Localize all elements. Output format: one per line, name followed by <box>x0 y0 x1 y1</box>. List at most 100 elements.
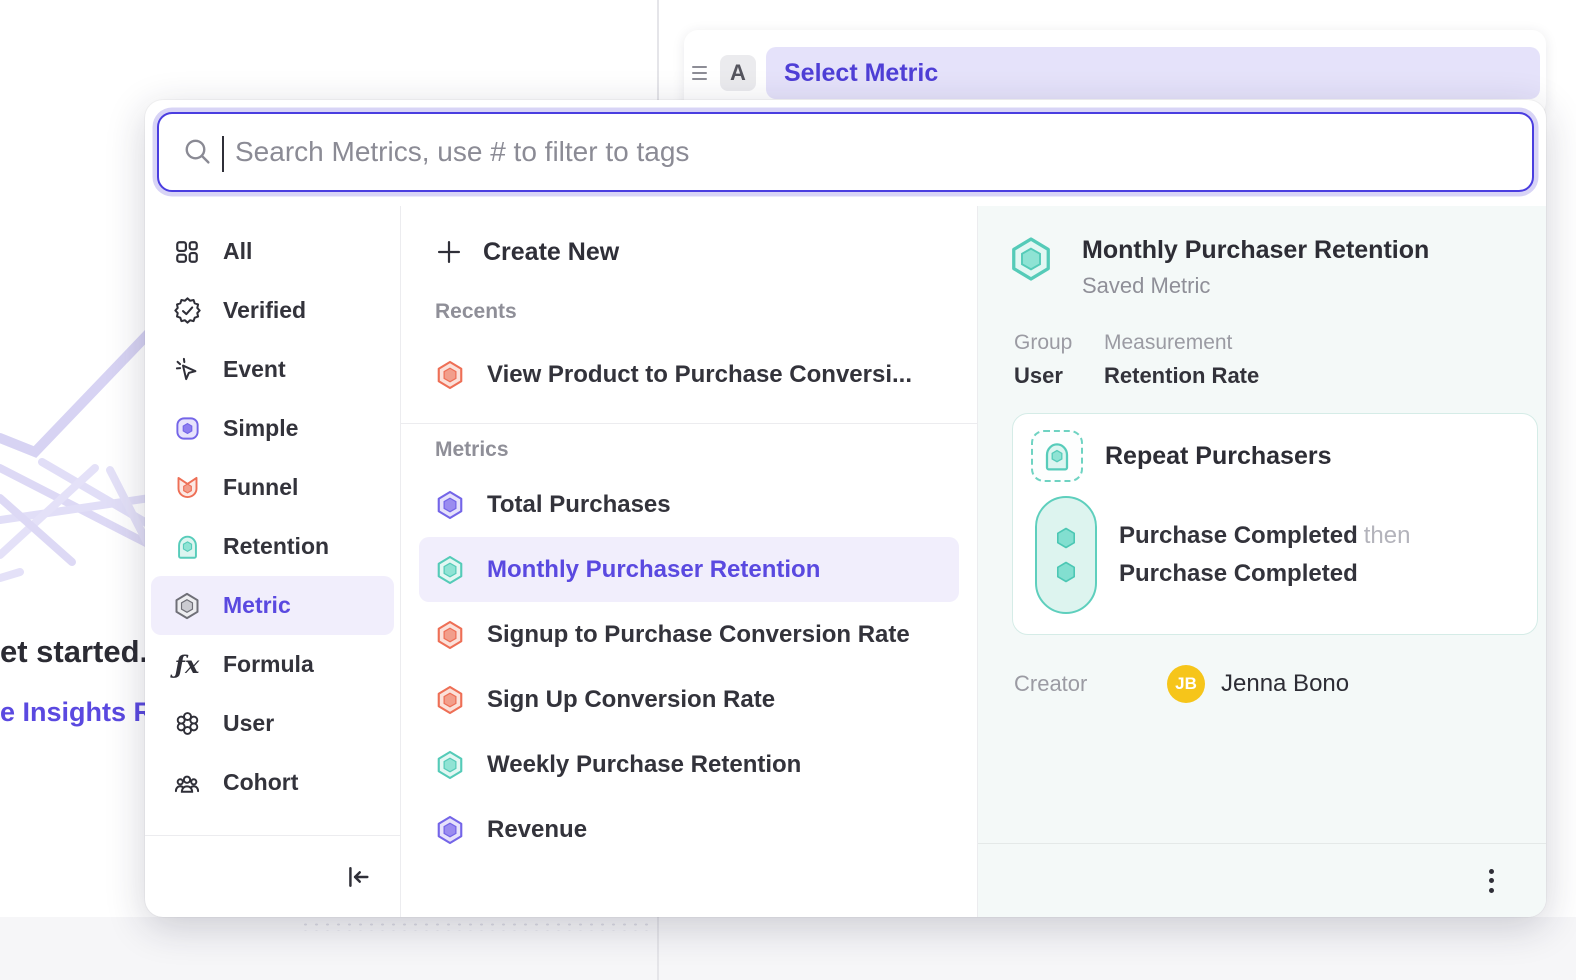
sidebar-item-label: Formula <box>223 651 314 678</box>
background-decoration-lines <box>0 320 160 600</box>
measurement-label: Measurement <box>1104 331 1259 355</box>
chart-dotted-line <box>300 921 650 931</box>
metric-definition-card: Repeat Purchasers Purchase Completedthen… <box>1012 413 1538 635</box>
avatar: JB <box>1167 665 1205 703</box>
event-sequence-capsule <box>1035 496 1097 614</box>
cohort-people-icon <box>173 769 201 797</box>
metric-hexagon-icon <box>435 815 465 845</box>
collapse-sidebar-button[interactable] <box>344 863 372 891</box>
recents-section-label: Recents <box>401 300 977 324</box>
search-section <box>145 100 1546 206</box>
definition-step-1: Purchase Completedthen <box>1119 522 1410 550</box>
detail-subtitle: Saved Metric <box>1082 273 1429 299</box>
creator-row: Creator JB Jenna Bono <box>1002 665 1522 703</box>
sidebar-item-label: All <box>223 238 252 265</box>
sidebar-item-label: Funnel <box>223 474 298 501</box>
category-sidebar: All Verified Event <box>145 206 400 917</box>
sidebar-item-label: Retention <box>223 533 329 560</box>
event-cursor-icon <box>173 356 201 384</box>
metric-item-monthly-purchaser-retention[interactable]: Monthly Purchaser Retention <box>419 537 959 602</box>
drag-handle-icon[interactable] <box>692 60 712 86</box>
list-item-label: View Product to Purchase Conversi... <box>487 361 912 389</box>
grid-icon <box>173 238 201 266</box>
sidebar-item-funnel[interactable]: Funnel <box>151 458 394 517</box>
metric-item-signup-to-purchase-conversion-rate[interactable]: Signup to Purchase Conversion Rate <box>419 602 959 667</box>
page-bottom-strip <box>0 917 1576 980</box>
sidebar-item-user[interactable]: User <box>151 694 394 753</box>
metric-hexagon-icon <box>435 555 465 585</box>
sidebar-item-label: Verified <box>223 297 306 324</box>
sidebar-item-label: Metric <box>223 592 291 619</box>
metric-hexagon-icon <box>435 490 465 520</box>
metric-list-column: Create New Recents View Product to Purch… <box>400 206 978 917</box>
detail-title: Monthly Purchaser Retention <box>1082 236 1429 265</box>
detail-info-grid: Group User Measurement Retention Rate <box>1002 331 1522 389</box>
sidebar-item-label: Cohort <box>223 769 298 796</box>
funnel-icon <box>173 474 201 502</box>
list-item-label: Revenue <box>487 816 587 844</box>
metric-item-weekly-purchase-retention[interactable]: Weekly Purchase Retention <box>419 732 959 797</box>
sidebar-footer <box>145 835 400 917</box>
search-box[interactable] <box>157 112 1534 192</box>
metric-hexagon-icon <box>435 620 465 650</box>
metric-hexagon-icon <box>1008 236 1054 282</box>
verified-badge-icon <box>173 297 201 325</box>
group-value: User <box>1014 363 1080 389</box>
metrics-section-label: Metrics <box>401 438 977 462</box>
sidebar-item-label: Simple <box>223 415 298 442</box>
event-hexagon-icon <box>1054 526 1078 550</box>
metric-hexagon-icon <box>173 592 201 620</box>
list-item-label: Signup to Purchase Conversion Rate <box>487 621 910 649</box>
creator-label: Creator <box>1014 671 1167 697</box>
create-new-label: Create New <box>483 238 619 267</box>
creator-name: Jenna Bono <box>1221 670 1349 698</box>
select-metric-button[interactable]: Select Metric <box>766 47 1540 99</box>
more-options-button[interactable] <box>1483 863 1500 899</box>
event-hexagon-icon <box>1054 560 1078 584</box>
list-item-label: Sign Up Conversion Rate <box>487 686 775 714</box>
metric-item-sign-up-conversion-rate[interactable]: Sign Up Conversion Rate <box>419 667 959 732</box>
then-connector: then <box>1364 522 1411 549</box>
retention-definition-icon <box>1031 430 1083 482</box>
series-letter-chip[interactable]: A <box>720 55 756 91</box>
getting-started-heading: et started. <box>0 634 148 670</box>
formula-fx-icon: ƒx <box>173 651 201 679</box>
sidebar-item-verified[interactable]: Verified <box>151 281 394 340</box>
plus-icon <box>435 238 463 266</box>
detail-footer <box>978 843 1546 917</box>
sidebar-item-metric[interactable]: Metric <box>151 576 394 635</box>
search-icon <box>183 137 213 167</box>
list-item-label: Total Purchases <box>487 491 671 519</box>
list-item-label: Weekly Purchase Retention <box>487 751 801 779</box>
metric-item-revenue[interactable]: Revenue <box>419 797 959 862</box>
sidebar-item-retention[interactable]: Retention <box>151 517 394 576</box>
simple-metric-icon <box>173 415 201 443</box>
measurement-value: Retention Rate <box>1104 363 1259 389</box>
search-input[interactable] <box>213 114 1508 190</box>
retention-icon <box>173 533 201 561</box>
metric-detail-panel: Monthly Purchaser Retention Saved Metric… <box>978 206 1546 917</box>
recent-metric-item[interactable]: View Product to Purchase Conversi... <box>419 342 959 407</box>
metric-hexagon-icon <box>435 360 465 390</box>
text-caret <box>222 136 224 172</box>
collapse-left-icon <box>344 863 372 891</box>
metric-picker-modal: All Verified Event <box>145 100 1546 917</box>
group-label: Group <box>1014 331 1080 355</box>
insights-report-link[interactable]: e Insights Re <box>0 697 148 728</box>
metric-hexagon-icon <box>435 685 465 715</box>
create-new-button[interactable]: Create New <box>401 226 977 278</box>
sidebar-item-simple[interactable]: Simple <box>151 399 394 458</box>
list-divider <box>401 423 977 424</box>
definition-name: Repeat Purchasers <box>1105 442 1332 471</box>
user-cluster-icon <box>173 710 201 738</box>
metric-item-total-purchases[interactable]: Total Purchases <box>419 472 959 537</box>
sidebar-item-all[interactable]: All <box>151 222 394 281</box>
sidebar-item-label: Event <box>223 356 286 383</box>
metric-hexagon-icon <box>435 750 465 780</box>
list-item-label: Monthly Purchaser Retention <box>487 556 820 584</box>
sidebar-item-event[interactable]: Event <box>151 340 394 399</box>
sidebar-item-cohort[interactable]: Cohort <box>151 753 394 812</box>
definition-step-2: Purchase Completed <box>1119 560 1410 588</box>
sidebar-item-label: User <box>223 710 274 737</box>
sidebar-item-formula[interactable]: ƒx Formula <box>151 635 394 694</box>
